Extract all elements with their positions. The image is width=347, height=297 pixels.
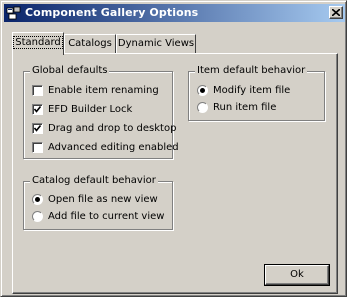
modify-item-file-radio[interactable]: Modify item file (197, 83, 290, 97)
close-icon (332, 9, 340, 16)
tab-standard[interactable]: Standard (12, 32, 64, 55)
tab-panel-standard: Global defaults Enable item renaming EFD… (12, 53, 338, 294)
global-defaults-title: Global defaults (30, 65, 110, 76)
checkbox-box (32, 84, 43, 96)
window-title: Component Gallery Options (25, 6, 199, 19)
close-button[interactable] (329, 6, 343, 19)
radio-label: Modify item file (213, 84, 291, 96)
drag-and-drop-checkbox[interactable]: Drag and drop to desktop (32, 121, 176, 135)
radio-selected-dot (35, 196, 40, 202)
title-bar[interactable]: Component Gallery Options (4, 4, 345, 22)
radio-selected-dot (200, 87, 205, 93)
radio-circle (197, 84, 208, 96)
checkbox-label: Advanced editing enabled (48, 141, 179, 153)
checkmark-icon (33, 105, 42, 113)
tab-catalogs-label: Catalogs (68, 38, 112, 49)
tab-catalogs[interactable]: Catalogs (64, 34, 116, 53)
tab-dynamic-views[interactable]: Dynamic Views (116, 34, 196, 53)
enable-item-renaming-checkbox[interactable]: Enable item renaming (32, 83, 159, 97)
checkmark-icon (33, 124, 42, 132)
checkbox-label: EFD Builder Lock (48, 103, 133, 115)
item-default-behavior-title: Item default behavior (195, 65, 308, 76)
tab-dynamic-views-label: Dynamic Views (117, 38, 195, 49)
ok-button[interactable]: Ok (265, 265, 329, 285)
item-default-behavior-group: Item default behavior Modify item file R… (188, 65, 325, 121)
catalog-default-behavior-group: Catalog default behavior Open file as ne… (23, 175, 173, 230)
checkbox-box (32, 141, 43, 153)
run-item-file-radio[interactable]: Run item file (197, 100, 276, 114)
radio-circle (197, 101, 208, 113)
radio-label: Run item file (213, 101, 277, 113)
efd-builder-lock-checkbox[interactable]: EFD Builder Lock (32, 102, 132, 116)
global-defaults-group: Global defaults Enable item renaming EFD… (23, 65, 179, 159)
checkbox-label: Drag and drop to desktop (48, 122, 177, 134)
radio-circle (32, 193, 43, 205)
app-icon (6, 6, 21, 20)
add-file-current-view-radio[interactable]: Add file to current view (32, 209, 164, 223)
checkbox-box (32, 122, 43, 134)
dialog-window: Component Gallery Options Standard Catal… (0, 0, 347, 297)
catalog-default-behavior-title: Catalog default behavior (30, 175, 158, 186)
tab-standard-label: Standard (13, 36, 63, 49)
checkbox-box (32, 103, 43, 115)
radio-circle (32, 210, 43, 222)
advanced-editing-checkbox[interactable]: Advanced editing enabled (32, 140, 179, 154)
radio-label: Open file as new view (48, 193, 158, 205)
checkbox-label: Enable item renaming (48, 84, 159, 96)
radio-label: Add file to current view (48, 210, 165, 222)
open-file-new-view-radio[interactable]: Open file as new view (32, 192, 158, 206)
